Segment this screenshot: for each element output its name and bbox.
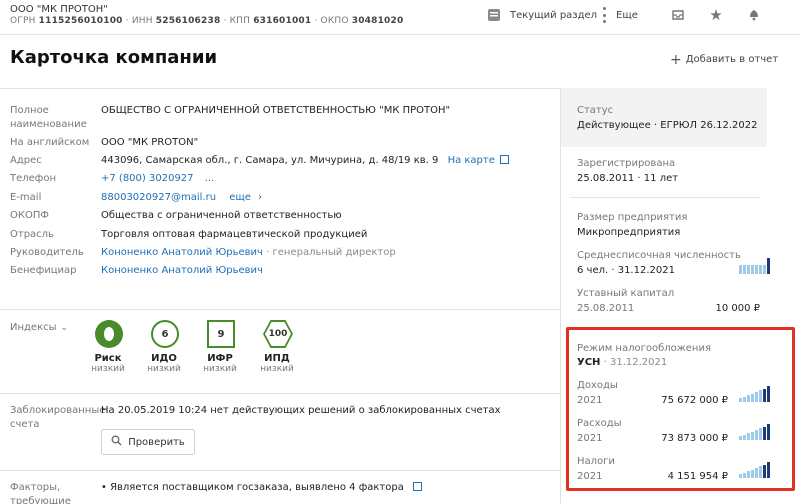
- index-risk[interactable]: Риск низкий: [88, 320, 128, 374]
- phone-value: +7 (800) 3020927 ...: [101, 172, 214, 186]
- section-divider: [0, 88, 560, 89]
- plus-icon: +: [670, 51, 682, 68]
- index-level: низкий: [203, 364, 237, 374]
- okopf-value: Общества с ограниченной ответственностью: [101, 210, 342, 221]
- header-divider: [0, 34, 800, 35]
- panel-divider: [560, 88, 561, 504]
- staff-value: 6 чел. · 31.12.2021: [577, 265, 675, 276]
- staff-sparkline-icon: [739, 258, 770, 274]
- detail-label: ОКОПФ: [10, 210, 49, 221]
- index-ido[interactable]: 6 ИДО низкий: [144, 320, 184, 374]
- current-section-button[interactable]: Текущий раздел: [486, 4, 597, 26]
- indices-label: Индексы: [10, 322, 57, 333]
- detail-label: Телефон: [10, 173, 57, 184]
- ipd-badge-icon: 100: [263, 320, 293, 348]
- capital-value: 10 000 ₽: [715, 303, 760, 314]
- index-ifr[interactable]: 9 ИФР низкий: [200, 320, 240, 374]
- current-section-label: Текущий раздел: [510, 9, 598, 21]
- check-button[interactable]: Проверить: [101, 429, 195, 455]
- detail-label: На английском: [10, 137, 90, 148]
- add-to-report-button[interactable]: + Добавить в отчет: [670, 51, 779, 68]
- bell-icon: [747, 7, 761, 24]
- detail-label: E-mail: [10, 192, 42, 203]
- staff-label: Среднесписочная численность: [577, 250, 741, 261]
- english-name-value: ООО "МК PROTON": [101, 137, 199, 148]
- company-size-value: Микропредприятия: [577, 227, 681, 238]
- detail-label: Отрасль: [10, 229, 54, 240]
- status-label: Статус: [577, 105, 614, 116]
- external-link-icon: [500, 155, 510, 164]
- section-divider: [0, 470, 560, 471]
- address-value: 443096, Самарская обл., г. Самара, ул. М…: [101, 154, 510, 168]
- phone-more-link[interactable]: ...: [205, 173, 215, 184]
- index-level: низкий: [147, 364, 181, 374]
- detail-label: Полное наименование: [10, 105, 87, 130]
- phone-link[interactable]: +7 (800) 3020927: [101, 173, 194, 184]
- panel-divider-line: [570, 197, 760, 198]
- capital-date: 25.08.2011: [577, 303, 635, 314]
- favorite-button[interactable]: ★: [708, 4, 724, 26]
- search-icon: [111, 435, 122, 449]
- capital-label: Уставный капитал: [577, 288, 675, 299]
- section-icon: [486, 7, 502, 23]
- page-title: Карточка компании: [10, 47, 218, 68]
- detail-label: Бенефициар: [10, 265, 77, 276]
- company-size-label: Размер предприятия: [577, 212, 688, 223]
- full-name-value: ОБЩЕСТВО С ОГРАНИЧЕННОЙ ОТВЕТСТВЕННОСТЬЮ…: [101, 105, 451, 116]
- beneficiary-link[interactable]: Кононенко Анатолий Юрьевич: [101, 265, 263, 276]
- section-divider: [0, 393, 560, 394]
- index-level: низкий: [260, 364, 294, 374]
- tax-highlight-box: [566, 327, 795, 491]
- star-icon: ★: [709, 6, 723, 24]
- ido-badge: 6: [151, 320, 179, 348]
- ifr-badge: 9: [207, 320, 235, 348]
- blocked-accounts-label: Заблокированные счета: [10, 405, 106, 430]
- inbox-icon: [671, 7, 685, 24]
- add-to-report-label: Добавить в отчет: [685, 54, 779, 65]
- map-link[interactable]: На карте: [448, 155, 495, 166]
- status-value: Действующее · ЕГРЮЛ 26.12.2022: [577, 120, 758, 131]
- company-short-name: ООО "МК ПРОТОН": [10, 4, 108, 15]
- director-value: Кононенко Анатолий Юрьевич · генеральный…: [101, 246, 396, 260]
- director-link[interactable]: Кононенко Анатолий Юрьевич: [101, 247, 263, 258]
- inbox-button[interactable]: [670, 4, 686, 26]
- indices-toggle[interactable]: Индексы ⌄: [10, 322, 68, 333]
- detail-label: Руководитель: [10, 247, 84, 258]
- section-divider: [0, 309, 560, 310]
- risk-badge-icon: [95, 320, 123, 348]
- email-value: 88003020927@mail.ru еще ›: [101, 191, 262, 205]
- registered-label: Зарегистрирована: [577, 158, 676, 169]
- detail-label: Адрес: [10, 155, 42, 166]
- email-more-link[interactable]: еще: [229, 192, 251, 203]
- director-position: · генеральный директор: [266, 247, 396, 258]
- chevron-right-icon: ›: [258, 192, 263, 203]
- dots-vertical-icon: [600, 7, 608, 23]
- check-button-label: Проверить: [128, 436, 185, 448]
- registered-value: 25.08.2011 · 11 лет: [577, 173, 679, 184]
- chevron-down-icon: ⌄: [60, 322, 69, 333]
- email-link[interactable]: 88003020927@mail.ru: [101, 192, 216, 203]
- factors-text: • Является поставщиком госзаказа, выявле…: [101, 481, 423, 495]
- ipd-badge: 100: [265, 322, 291, 346]
- index-name: ИДО: [151, 353, 177, 364]
- beneficiary-value: Кононенко Анатолий Юрьевич: [101, 264, 263, 278]
- index-name: ИПД: [264, 353, 290, 364]
- external-link-icon[interactable]: [413, 482, 423, 491]
- index-level: низкий: [91, 364, 125, 374]
- index-ipd[interactable]: 100 ИПД низкий: [257, 320, 297, 374]
- company-codes: ОГРН 1115256010100 · ИНН 5256106238 · КП…: [10, 16, 404, 26]
- blocked-accounts-text: На 20.05.2019 10:24 нет действующих реше…: [101, 405, 501, 416]
- notifications-button[interactable]: [746, 4, 762, 26]
- index-name: Риск: [94, 353, 122, 364]
- more-menu-button[interactable]: Еще: [600, 4, 638, 26]
- index-name: ИФР: [207, 353, 233, 364]
- more-label: Еще: [616, 9, 638, 21]
- industry-value: Торговля оптовая фармацевтической продук…: [101, 229, 368, 240]
- factors-label: Факторы, требующие: [10, 482, 71, 504]
